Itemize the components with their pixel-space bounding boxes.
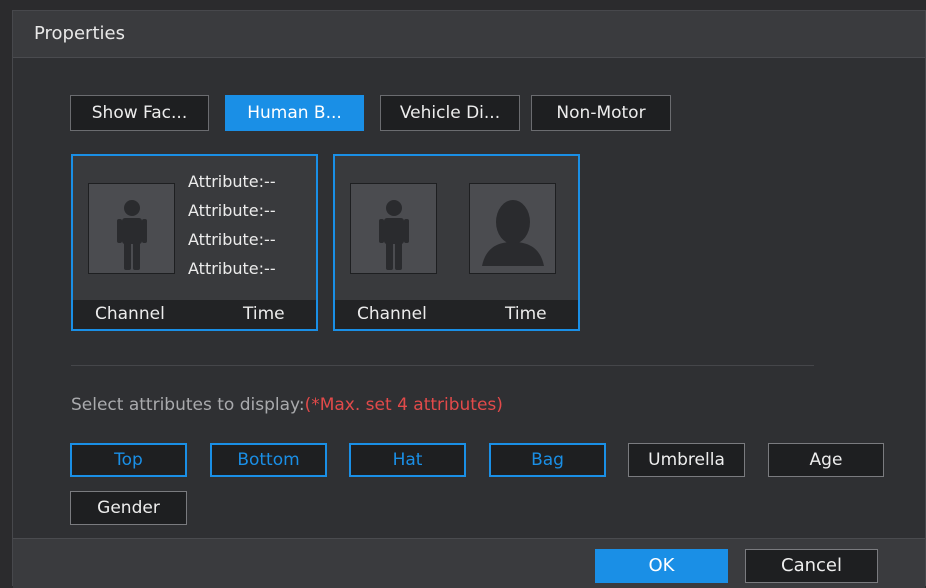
- tab-vehicle-display[interactable]: Vehicle Di...: [380, 95, 520, 131]
- face-thumbnail: [469, 183, 556, 274]
- channel-label: Channel: [357, 304, 427, 324]
- card-footer: Channel Time: [335, 300, 578, 329]
- properties-dialog: Properties Show Fac... Human B... Vehicl…: [12, 10, 926, 588]
- cancel-button[interactable]: Cancel: [745, 549, 878, 583]
- attribute-line-1: Attribute:--: [188, 172, 276, 191]
- attribute-line-2: Attribute:--: [188, 201, 276, 220]
- preview-card-attributes: Attribute:-- Attribute:-- Attribute:-- A…: [71, 154, 318, 331]
- card-footer: Channel Time: [73, 300, 316, 329]
- max-attributes-warning: (*Max. set 4 attributes): [304, 395, 503, 415]
- ok-button[interactable]: OK: [595, 549, 728, 583]
- body-thumbnail: [350, 183, 437, 274]
- attribute-line-3: Attribute:--: [188, 230, 276, 249]
- dialog-titlebar: Properties: [13, 11, 925, 58]
- tab-non-motor[interactable]: Non-Motor: [531, 95, 671, 131]
- dialog-footer: OK Cancel: [13, 538, 925, 588]
- attr-option-top[interactable]: Top: [70, 443, 187, 477]
- attr-option-bag[interactable]: Bag: [489, 443, 606, 477]
- attr-option-umbrella[interactable]: Umbrella: [628, 443, 745, 477]
- channel-label: Channel: [95, 304, 165, 324]
- preview-card-face-body: Channel Time: [333, 154, 580, 331]
- tab-human-body[interactable]: Human B...: [225, 95, 364, 131]
- dialog-title: Properties: [34, 23, 125, 44]
- attr-option-gender[interactable]: Gender: [70, 491, 187, 525]
- face-silhouette-icon: [482, 200, 544, 266]
- body-thumbnail: [88, 183, 175, 274]
- section-divider: [71, 365, 814, 366]
- hint-prompt: Select attributes to display:: [71, 395, 305, 415]
- tab-show-face[interactable]: Show Fac...: [70, 95, 209, 131]
- time-label: Time: [505, 304, 547, 324]
- person-silhouette-icon: [117, 200, 147, 270]
- person-silhouette-icon: [379, 200, 409, 270]
- time-label: Time: [243, 304, 285, 324]
- attr-option-age[interactable]: Age: [768, 443, 884, 477]
- attribute-line-4: Attribute:--: [188, 259, 276, 278]
- attr-option-bottom[interactable]: Bottom: [210, 443, 327, 477]
- attr-option-hat[interactable]: Hat: [349, 443, 466, 477]
- attribute-selection-hint: Select attributes to display:(*Max. set …: [71, 395, 503, 415]
